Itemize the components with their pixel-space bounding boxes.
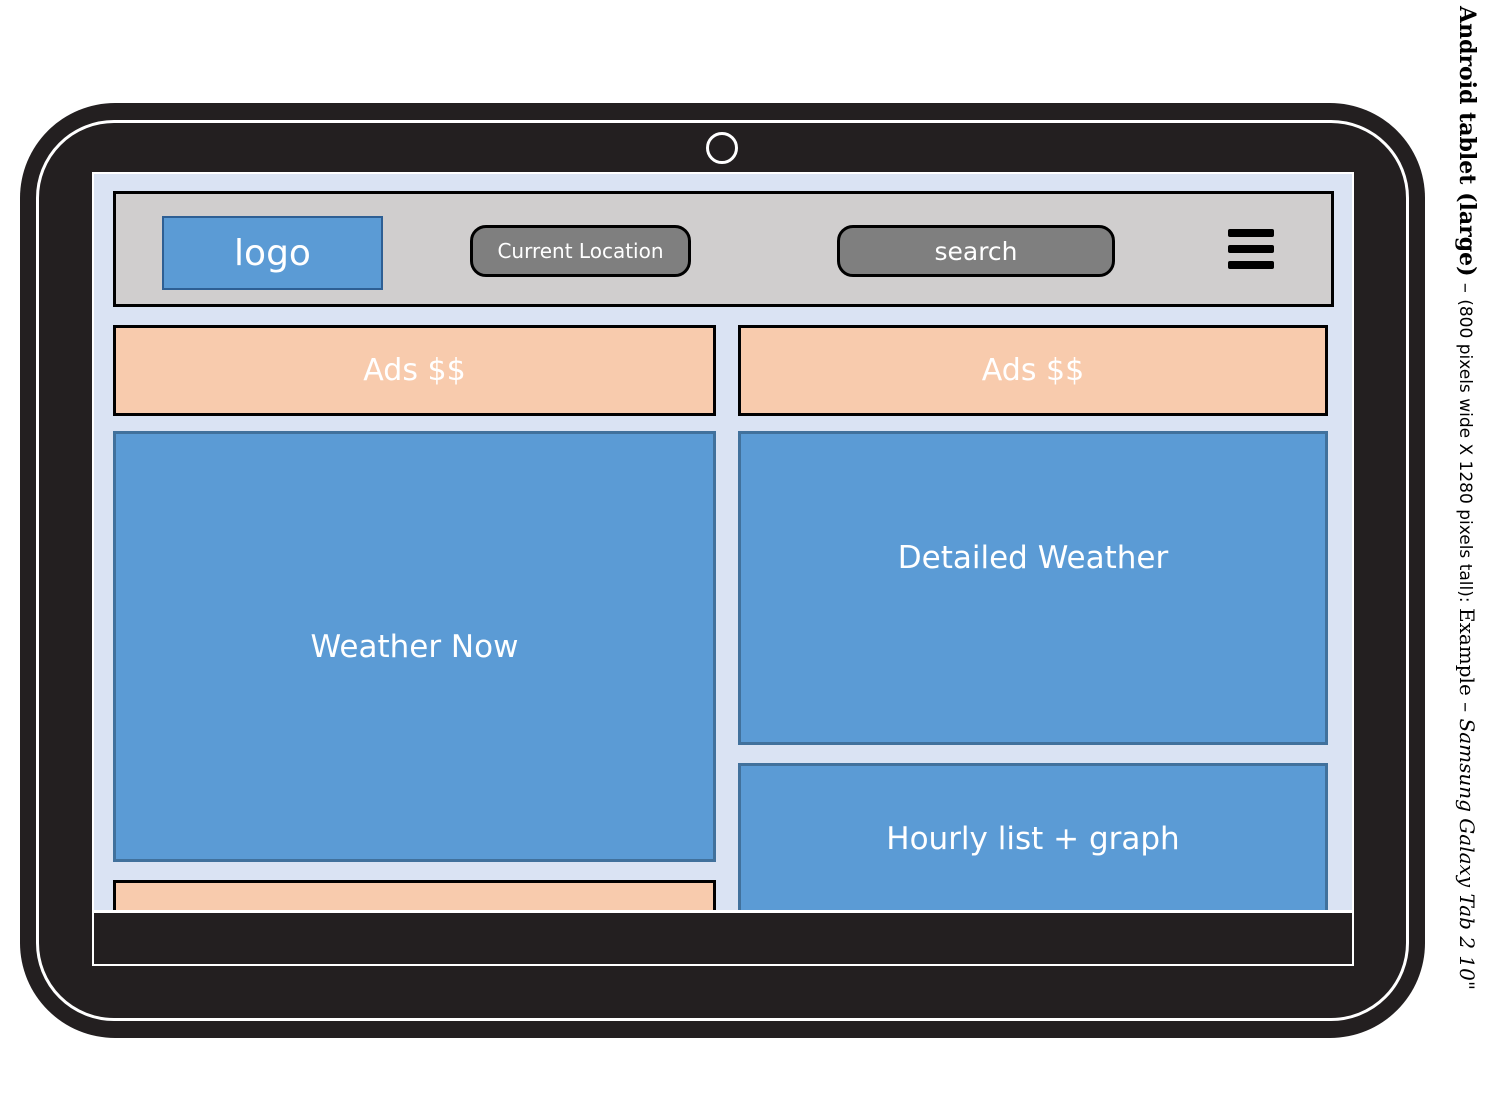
tablet-navigation-bar	[94, 910, 1352, 964]
ad-banner-right[interactable]: Ads $$	[738, 325, 1328, 416]
menu-bar	[1228, 229, 1274, 237]
ad-banner-left[interactable]: Ads $$	[113, 325, 716, 416]
detailed-weather-panel[interactable]: Detailed Weather	[738, 431, 1328, 745]
menu-bar	[1228, 261, 1274, 269]
caption-dash: –	[1455, 276, 1479, 300]
app-header: logo Current Location search	[113, 191, 1334, 307]
caption-example: Example –	[1455, 607, 1479, 719]
search-input[interactable]: search	[837, 225, 1115, 277]
diagram-caption: Android tablet (large) – (800 pixels wid…	[1450, 6, 1484, 1090]
menu-bar	[1228, 245, 1274, 253]
weather-now-panel[interactable]: Weather Now	[113, 431, 716, 862]
tablet-screen: logo Current Location search Ads $$ Ads …	[92, 172, 1354, 966]
camera-icon	[706, 132, 738, 164]
caption-title: Android tablet (large)	[1454, 6, 1480, 277]
hamburger-menu-icon[interactable]	[1228, 227, 1276, 271]
caption-device: Samsung Galaxy Tab 2 10"	[1455, 718, 1479, 991]
logo[interactable]: logo	[162, 216, 383, 290]
caption-dimensions: (800 pixels wide X 1280 pixels tall):	[1455, 299, 1475, 608]
current-location-button[interactable]: Current Location	[470, 225, 691, 277]
hourly-list-panel[interactable]: Hourly list + graph	[738, 763, 1328, 923]
